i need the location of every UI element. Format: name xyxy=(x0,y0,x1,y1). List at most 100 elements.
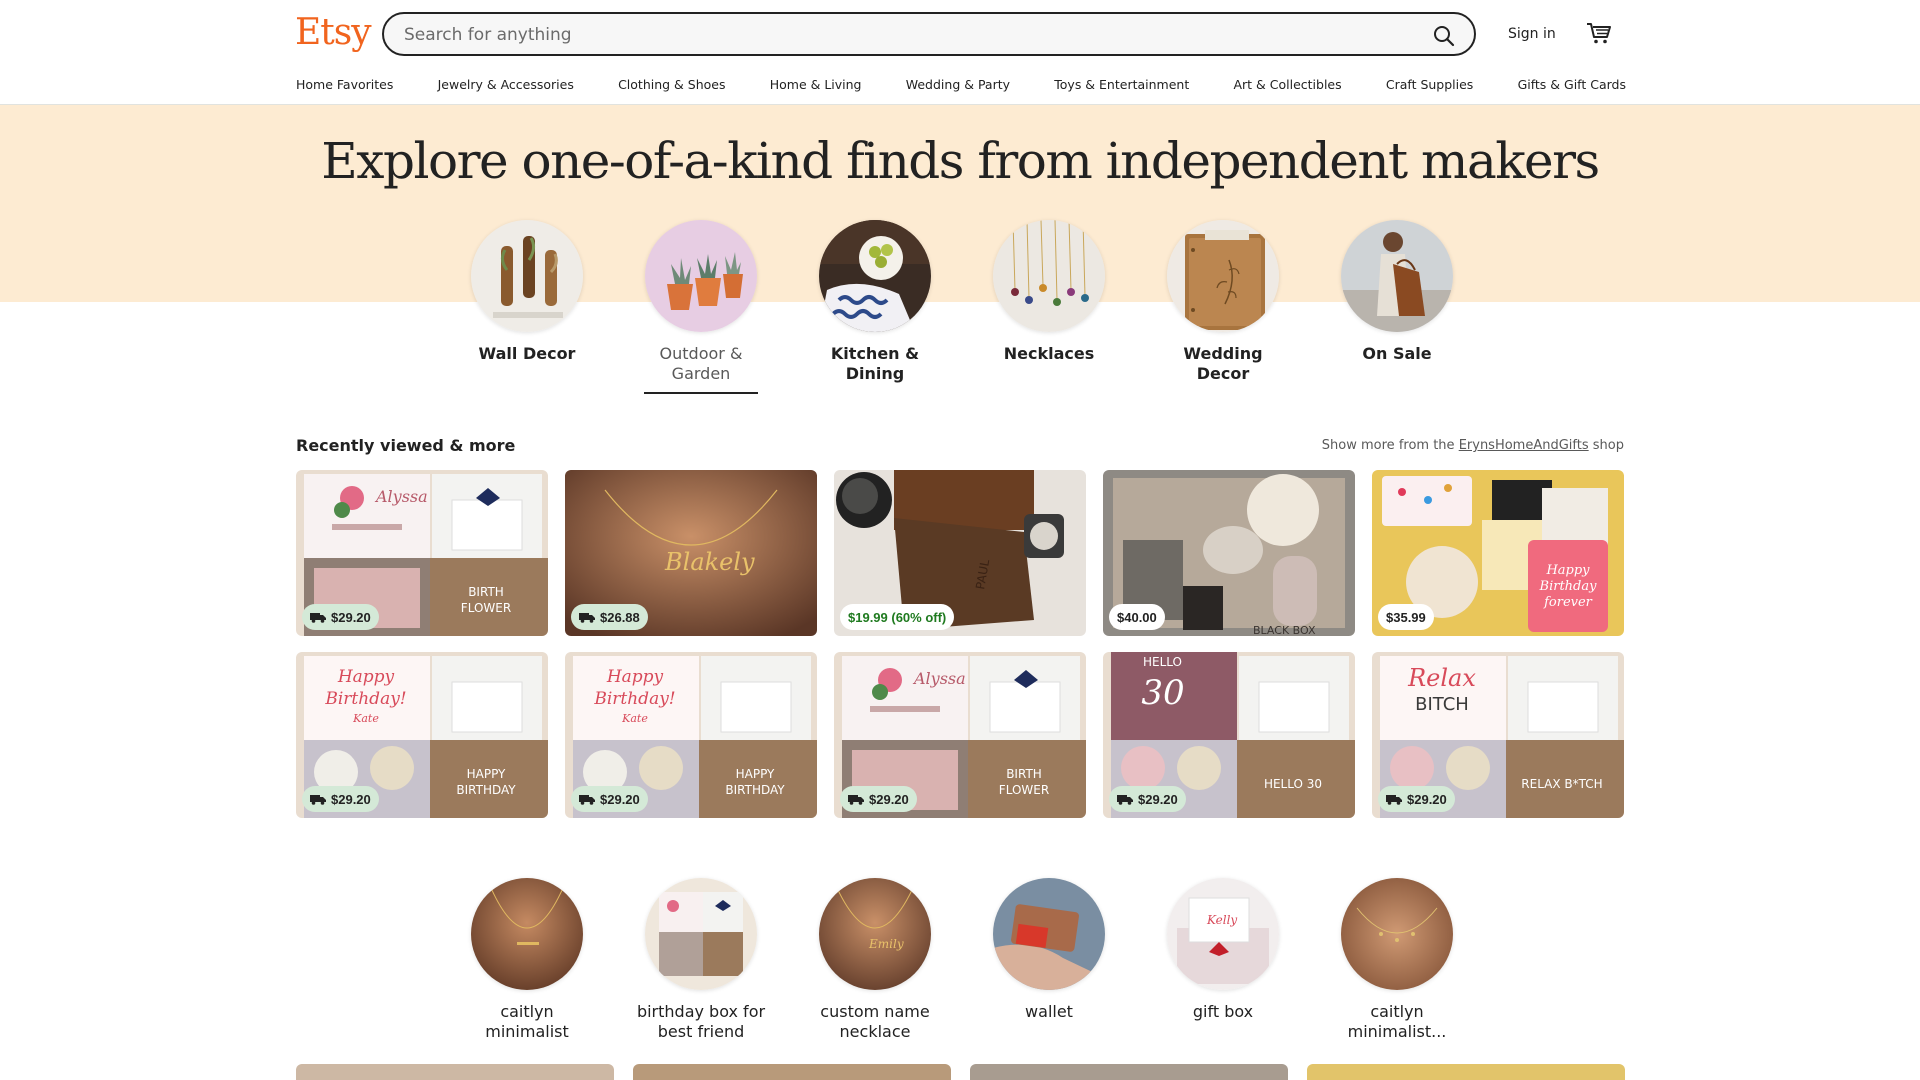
svg-text:BLACK BOX: BLACK BOX xyxy=(1253,624,1316,636)
svg-text:forever: forever xyxy=(1543,595,1593,610)
price-badge: $29.20 xyxy=(571,786,648,812)
nav-craft-supplies[interactable]: Craft Supplies xyxy=(1386,77,1473,97)
search-suggestion[interactable]: Kelly gift box xyxy=(1158,878,1288,1022)
price-badge: $29.20 xyxy=(840,786,917,812)
listing-card[interactable]: Alyssa BIRTH FLOWER $29.20 xyxy=(296,470,548,636)
suggestion-label: wallet xyxy=(1025,1002,1073,1021)
svg-text:RELAX B*TCH: RELAX B*TCH xyxy=(1521,777,1602,791)
nav-clothing-shoes[interactable]: Clothing & Shoes xyxy=(618,77,725,97)
svg-text:Emily: Emily xyxy=(868,937,904,951)
listing-card[interactable]: Blakely $26.88 xyxy=(565,470,817,636)
featured-wall-decor[interactable]: Wall Decor xyxy=(462,220,592,364)
svg-text:Happy: Happy xyxy=(606,667,664,687)
search-suggestion[interactable]: birthday box for best friend xyxy=(636,878,766,1042)
svg-text:HAPPY: HAPPY xyxy=(467,767,506,781)
svg-text:Blakely: Blakely xyxy=(664,548,755,576)
listing-card[interactable]: PAUL $19.99 (60% off) xyxy=(834,470,1086,636)
nav-jewelry-accessories[interactable]: Jewelry & Accessories xyxy=(438,77,574,97)
svg-text:BIRTH: BIRTH xyxy=(1006,767,1042,781)
listing-card[interactable]: Happy Birthday forever $35.99 xyxy=(1372,470,1624,636)
show-more-text: Show more from the ErynsHomeAndGifts sho… xyxy=(1321,438,1624,453)
shop-link[interactable]: ErynsHomeAndGifts xyxy=(1459,438,1589,453)
svg-text:BIRTH: BIRTH xyxy=(468,585,504,599)
nav-toys-entertainment[interactable]: Toys & Entertainment xyxy=(1054,77,1189,97)
svg-text:Birthday!: Birthday! xyxy=(593,689,675,709)
suggestion-label: birthday box for best friend xyxy=(636,1002,766,1041)
free-shipping-truck-icon xyxy=(310,613,326,623)
svg-text:Alyssa: Alyssa xyxy=(912,669,966,688)
svg-text:Happy: Happy xyxy=(1545,563,1590,578)
svg-text:Kelly: Kelly xyxy=(1206,913,1237,927)
suggestion-image: Kelly xyxy=(1167,878,1279,990)
featured-outdoor-garden[interactable]: Outdoor & Garden xyxy=(636,220,766,394)
search-icon[interactable] xyxy=(1432,24,1456,48)
price-badge: $29.20 xyxy=(302,604,379,630)
search-suggestion[interactable]: caitlyn minimalist xyxy=(462,878,592,1042)
bottom-card[interactable] xyxy=(296,1064,614,1080)
featured-kitchen-dining[interactable]: Kitchen & Dining xyxy=(810,220,940,384)
search-suggestion[interactable]: caitlyn minimalist... xyxy=(1332,878,1462,1042)
bottom-card[interactable] xyxy=(633,1064,951,1080)
bottom-card[interactable] xyxy=(970,1064,1288,1080)
price-badge: $19.99 (60% off) xyxy=(840,604,955,630)
price-badge: $26.88 xyxy=(571,604,648,630)
price-badge: $29.20 xyxy=(1109,786,1186,812)
related-searches: caitlyn minimalist birthday box for best… xyxy=(462,878,1458,1058)
svg-text:Alyssa: Alyssa xyxy=(374,487,428,506)
featured-label: On Sale xyxy=(1362,344,1432,363)
svg-text:BITCH: BITCH xyxy=(1415,694,1469,715)
site-header: Etsy Sign in Home Favorites Jewelry & Ac… xyxy=(0,0,1920,105)
free-shipping-truck-icon xyxy=(310,795,326,805)
free-shipping-truck-icon xyxy=(1386,795,1402,805)
free-shipping-truck-icon xyxy=(1117,795,1133,805)
etsy-logo[interactable]: Etsy xyxy=(295,12,372,53)
svg-text:Kate: Kate xyxy=(352,712,379,725)
svg-text:Relax: Relax xyxy=(1407,664,1476,692)
recently-viewed-title: Recently viewed & more xyxy=(296,436,516,455)
suggestion-label: caitlyn minimalist xyxy=(485,1002,569,1041)
svg-text:BIRTHDAY: BIRTHDAY xyxy=(725,783,785,797)
listing-card[interactable]: Happy Birthday! Kate HAPPY BIRTHDAY $29.… xyxy=(565,652,817,818)
featured-label: Wall Decor xyxy=(478,344,576,363)
on-sale-image xyxy=(1341,220,1453,332)
listing-card[interactable]: Relax BITCH RELAX B*TCH $29.20 xyxy=(1372,652,1624,818)
featured-wedding-decor[interactable]: Wedding Decor xyxy=(1158,220,1288,384)
featured-necklaces[interactable]: Necklaces xyxy=(984,220,1114,364)
price-badge: $40.00 xyxy=(1109,604,1165,630)
listing-card[interactable]: Alyssa BIRTH FLOWER $29.20 xyxy=(834,652,1086,818)
sign-in-link[interactable]: Sign in xyxy=(1508,26,1556,42)
svg-text:Kate: Kate xyxy=(621,712,648,725)
nav-home-favorites[interactable]: Home Favorites xyxy=(296,77,393,97)
price-badge: $29.20 xyxy=(302,786,379,812)
kitchen-dining-image xyxy=(819,220,931,332)
listing-card[interactable]: Happy Birthday! Kate HAPPY BIRTHDAY $29.… xyxy=(296,652,548,818)
bottom-card[interactable] xyxy=(1307,1064,1625,1080)
suggestion-label: caitlyn minimalist... xyxy=(1347,1002,1447,1041)
search-suggestion[interactable]: Emily custom name necklace xyxy=(810,878,940,1042)
featured-label: Outdoor & Garden xyxy=(659,344,743,383)
nav-wedding-party[interactable]: Wedding & Party xyxy=(906,77,1010,97)
svg-text:Happy: Happy xyxy=(337,667,395,687)
svg-text:Birthday: Birthday xyxy=(1539,579,1598,594)
listing-card[interactable]: BLACK BOX $40.00 xyxy=(1103,470,1355,636)
suggestion-image xyxy=(471,878,583,990)
nav-art-collectibles[interactable]: Art & Collectibles xyxy=(1233,77,1341,97)
svg-text:HELLO 30: HELLO 30 xyxy=(1264,777,1322,791)
featured-label: Necklaces xyxy=(1003,344,1095,363)
free-shipping-truck-icon xyxy=(579,613,595,623)
search-bar[interactable] xyxy=(382,12,1476,56)
search-input[interactable] xyxy=(402,22,1366,48)
svg-text:HELLO: HELLO xyxy=(1143,655,1182,669)
suggestion-image: Emily xyxy=(819,878,931,990)
cart-icon[interactable] xyxy=(1586,21,1612,45)
price-badge: $29.20 xyxy=(1378,786,1455,812)
price-badge: $35.99 xyxy=(1378,604,1434,630)
necklaces-image xyxy=(993,220,1105,332)
search-suggestion[interactable]: wallet xyxy=(984,878,1114,1022)
featured-on-sale[interactable]: On Sale xyxy=(1332,220,1462,364)
svg-text:BIRTHDAY: BIRTHDAY xyxy=(456,783,516,797)
nav-home-living[interactable]: Home & Living xyxy=(770,77,862,97)
nav-gifts-gift-cards[interactable]: Gifts & Gift Cards xyxy=(1518,77,1626,97)
free-shipping-truck-icon xyxy=(848,795,864,805)
listing-card[interactable]: HELLO 30 HELLO 30 $29.20 xyxy=(1103,652,1355,818)
